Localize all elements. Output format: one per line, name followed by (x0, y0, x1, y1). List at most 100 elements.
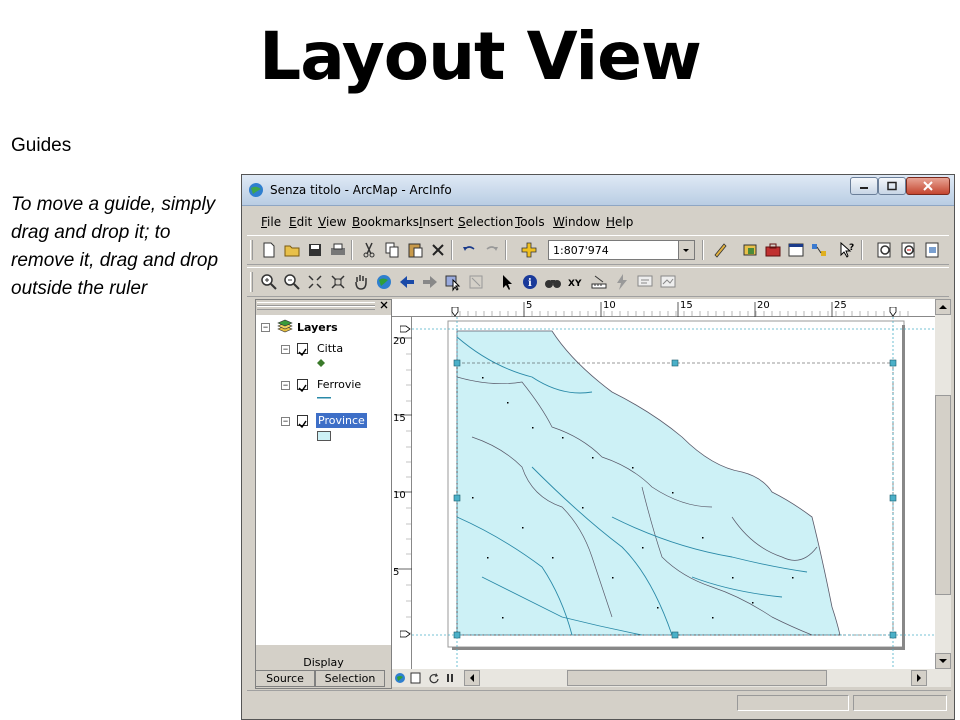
guide-marker-icon[interactable] (400, 324, 411, 334)
scroll-down-button[interactable] (935, 653, 951, 669)
go-to-xy-button[interactable]: XY (566, 272, 586, 292)
chevron-down-icon[interactable] (678, 241, 694, 259)
new-document-button[interactable] (259, 240, 279, 260)
menu-tools[interactable]: Tools (515, 215, 545, 229)
open-folder-icon (284, 245, 300, 257)
arrow-up-icon (939, 305, 947, 309)
layer-name-ferrovie[interactable]: Ferrovie (317, 378, 361, 391)
pause-drawing-icon[interactable] (444, 672, 456, 684)
title-bar[interactable]: Senza titolo - ArcMap - ArcInfo (242, 175, 954, 206)
identify-button[interactable]: i (520, 272, 540, 292)
arrow-right-icon (423, 276, 437, 288)
zoom-whole-page-button[interactable] (923, 240, 943, 260)
layout-view-icon[interactable] (410, 672, 422, 684)
measure-button[interactable] (589, 272, 609, 292)
horizontal-scroll-thumb[interactable] (567, 670, 827, 686)
arctoolbox-button[interactable] (763, 240, 783, 260)
tab-selection[interactable]: Selection (315, 670, 385, 687)
menu-window[interactable]: Window (553, 215, 600, 229)
collapse-ferrovie-toggle[interactable]: − (281, 381, 290, 390)
province-visibility-checkbox[interactable] (297, 415, 308, 429)
time-slider-button[interactable] (658, 272, 678, 292)
zoom-in-button[interactable] (259, 272, 279, 292)
layer-name-citta[interactable]: Citta (317, 342, 343, 355)
layout-page[interactable] (412, 317, 935, 669)
fixed-zoom-out-button[interactable] (328, 272, 348, 292)
forward-extent-button[interactable] (420, 272, 440, 292)
redo-button[interactable] (482, 240, 502, 260)
tools-toolbar: i XY (247, 267, 949, 297)
find-button[interactable] (543, 272, 563, 292)
toc-header[interactable] (255, 299, 392, 311)
menu-bookmarks[interactable]: Bookmarks (352, 215, 419, 229)
vertical-scrollbar[interactable] (935, 299, 951, 669)
guide-marker-icon[interactable] (888, 307, 898, 317)
guide-marker-icon[interactable] (450, 307, 460, 317)
minimize-button[interactable] (850, 177, 878, 195)
tab-display[interactable]: Display (255, 656, 392, 670)
toolbar-grip[interactable] (250, 240, 253, 260)
menu-edit[interactable]: Edit (289, 215, 312, 229)
scroll-up-button[interactable] (935, 299, 951, 315)
slide-title: Layout View (259, 18, 702, 95)
model-builder-button[interactable] (809, 240, 829, 260)
tab-source[interactable]: Source (255, 670, 315, 687)
citta-visibility-checkbox[interactable] (297, 343, 308, 357)
layers-root-label[interactable]: Layers (297, 321, 338, 334)
copy-button[interactable] (382, 240, 402, 260)
menu-insert[interactable]: Insert (419, 215, 453, 229)
undo-button[interactable] (459, 240, 479, 260)
pan-button[interactable] (351, 272, 371, 292)
guide-marker-icon[interactable] (400, 629, 411, 639)
clear-selection-button[interactable] (466, 272, 486, 292)
fixed-zoom-in-button[interactable] (305, 272, 325, 292)
back-extent-button[interactable] (397, 272, 417, 292)
close-panel-icon[interactable] (379, 300, 389, 310)
maximize-button[interactable] (878, 177, 906, 195)
select-elements-button[interactable] (497, 272, 517, 292)
menu-view[interactable]: View (318, 215, 346, 229)
toolbar-grip[interactable] (250, 272, 253, 292)
collapse-layers-toggle[interactable]: − (261, 323, 270, 332)
toolbar-separator (505, 240, 507, 260)
paste-button[interactable] (405, 240, 425, 260)
zoom-out-button[interactable] (282, 272, 302, 292)
layer-name-province[interactable]: Province (316, 413, 367, 428)
html-popup-button[interactable] (635, 272, 655, 292)
close-button[interactable] (906, 177, 950, 195)
print-button[interactable] (328, 240, 348, 260)
window-title: Senza titolo - ArcMap - ArcInfo (270, 183, 452, 197)
horizontal-ruler[interactable]: 5 10 15 20 25 (392, 299, 935, 317)
zoom-out-fixed-button[interactable] (899, 240, 919, 260)
scroll-right-button[interactable] (911, 670, 927, 686)
data-view-icon[interactable] (394, 672, 406, 684)
vertical-ruler[interactable]: 20 15 10 5 (392, 317, 412, 669)
refresh-icon[interactable] (428, 672, 440, 684)
checkmark-icon (298, 420, 307, 429)
full-extent-button[interactable] (374, 272, 394, 292)
cut-icon (363, 242, 375, 258)
arccatalog-button[interactable] (740, 240, 760, 260)
scroll-left-button[interactable] (464, 670, 480, 686)
menu-file[interactable]: File (261, 215, 281, 229)
add-data-button[interactable] (519, 240, 539, 260)
command-line-button[interactable] (786, 240, 806, 260)
arrow-left-icon (400, 276, 414, 288)
hyperlink-button[interactable] (612, 272, 632, 292)
collapse-citta-toggle[interactable]: − (281, 345, 290, 354)
editor-toolbar-button[interactable] (710, 240, 730, 260)
save-button[interactable] (305, 240, 325, 260)
zoom-in-fixed-button[interactable] (875, 240, 895, 260)
whats-this-button[interactable]: ? (837, 240, 857, 260)
menu-help[interactable]: Help (606, 215, 633, 229)
delete-button[interactable] (428, 240, 448, 260)
open-button[interactable] (282, 240, 302, 260)
status-coordinates-field (737, 695, 849, 711)
menu-selection[interactable]: Selection (458, 215, 513, 229)
map-scale-dropdown[interactable]: 1:807'974 (548, 240, 695, 260)
select-features-button[interactable] (443, 272, 463, 292)
cut-button[interactable] (359, 240, 379, 260)
scroll-thumb[interactable] (935, 395, 951, 595)
collapse-province-toggle[interactable]: − (281, 417, 290, 426)
ferrovie-visibility-checkbox[interactable] (297, 379, 308, 393)
